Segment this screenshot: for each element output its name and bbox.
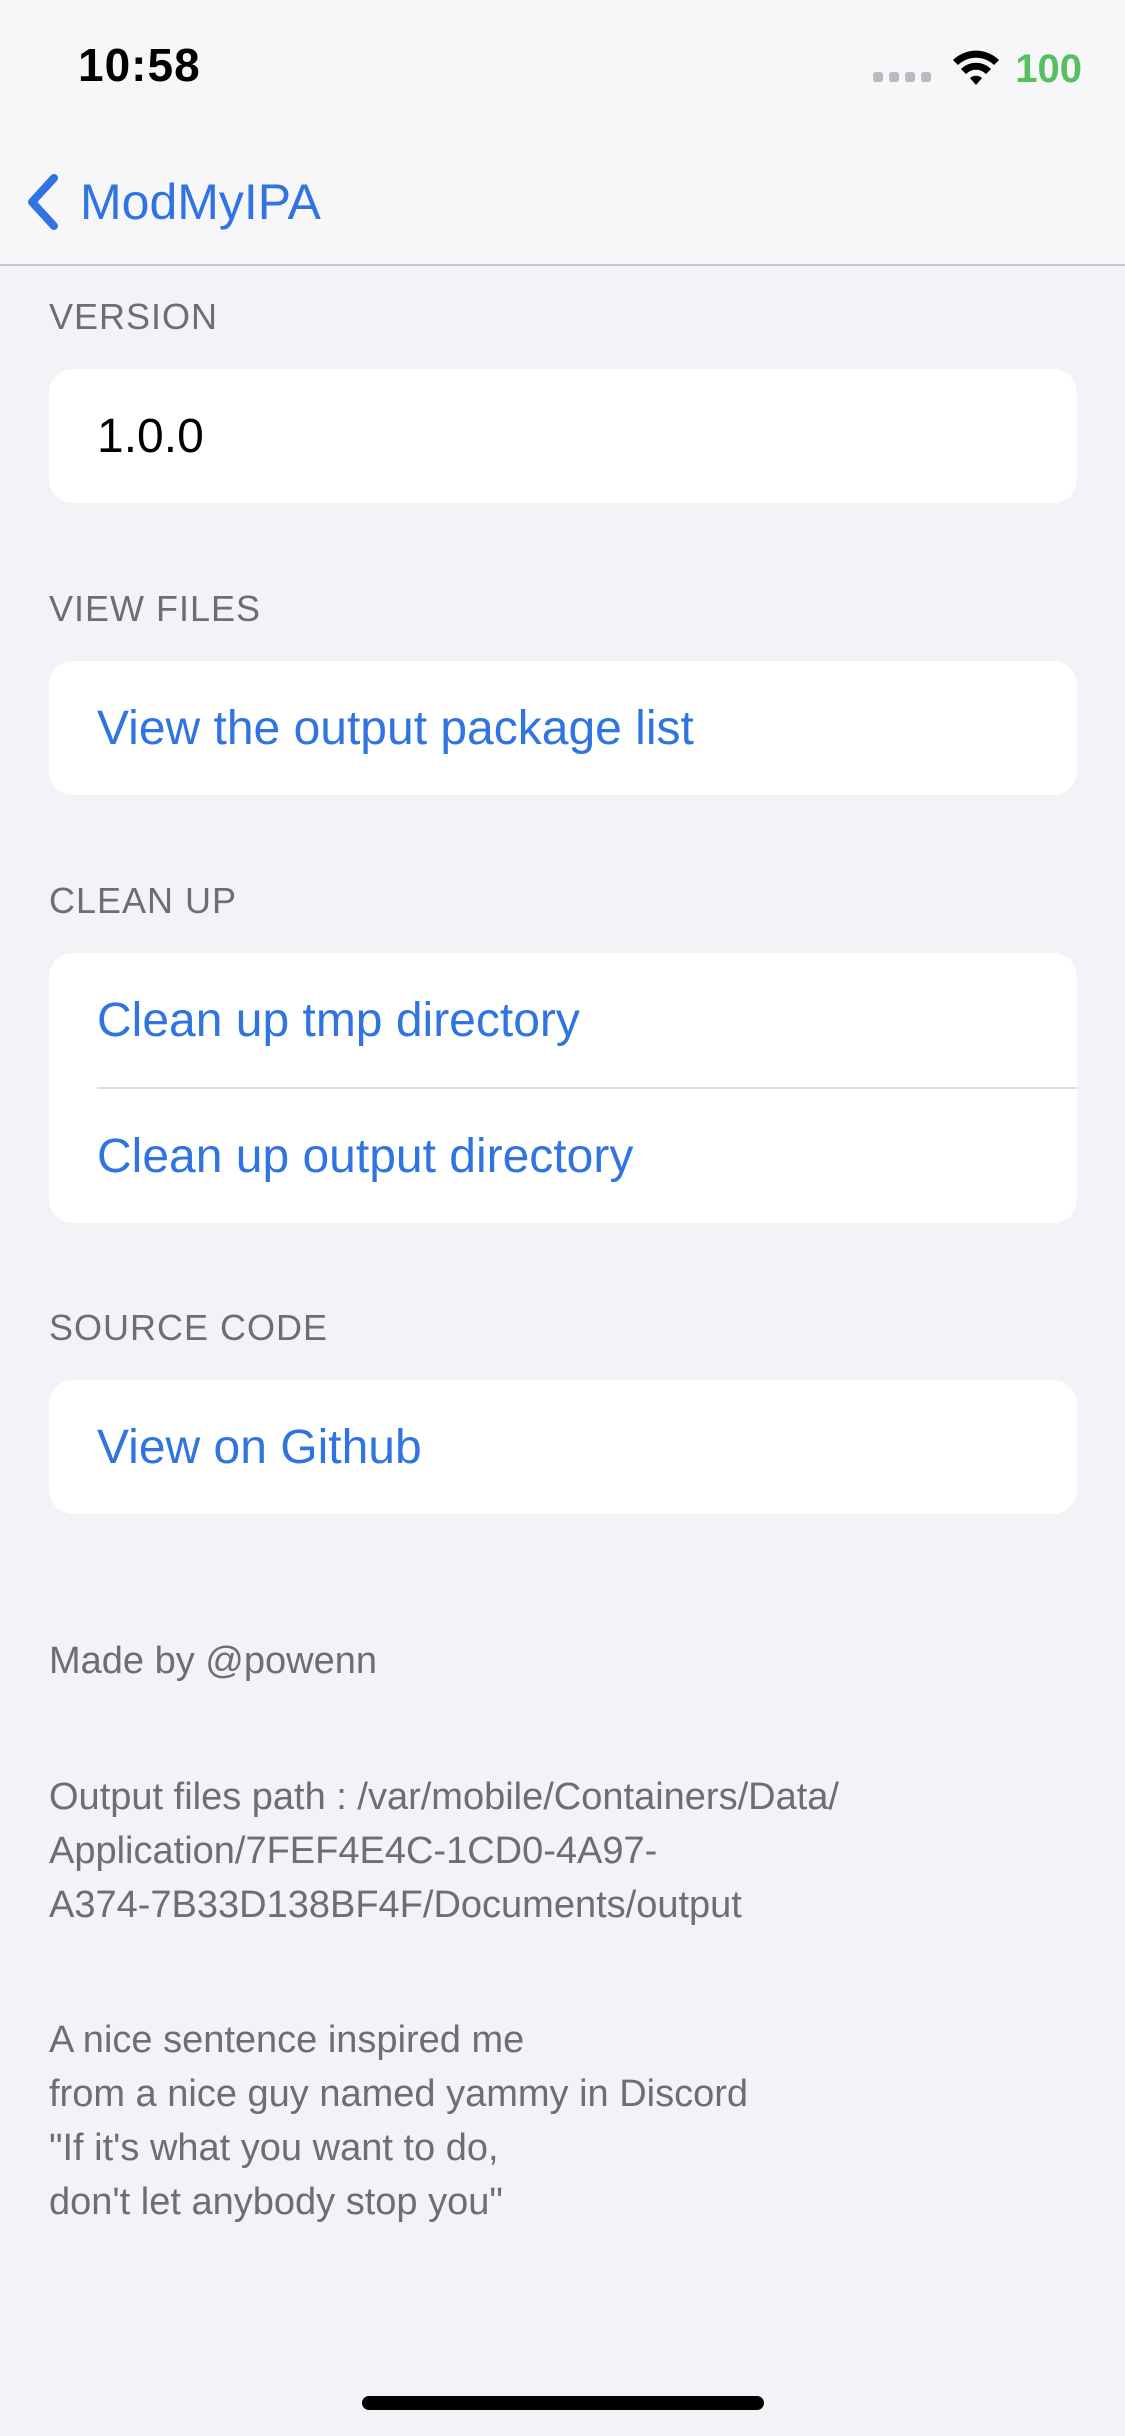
section-header-view-files: VIEW FILES xyxy=(49,588,262,629)
section-header-clean-up: CLEAN UP xyxy=(49,880,238,921)
source-code-card: View on Github xyxy=(49,1380,1077,1514)
section-header-version: VERSION xyxy=(49,296,219,337)
quote-text: A nice sentence inspired me from a nice … xyxy=(49,2019,749,2223)
status-indicators: 100 xyxy=(873,44,1082,94)
status-time: 10:58 xyxy=(78,39,201,91)
home-indicator[interactable] xyxy=(362,2396,764,2410)
back-button-label: ModMyIPA xyxy=(80,174,321,230)
clean-up-tmp-button[interactable]: Clean up tmp directory xyxy=(49,953,1077,1087)
chevron-left-icon xyxy=(28,174,58,230)
view-files-card: View the output package list xyxy=(49,661,1077,795)
battery-level: 100 xyxy=(1015,46,1082,91)
clean-up-card: Clean up tmp directory Clean up output d… xyxy=(49,953,1077,1223)
status-bar: 10:58 100 xyxy=(0,0,1125,130)
clean-up-output-button[interactable]: Clean up output directory xyxy=(49,1089,1077,1223)
output-path-text: Output files path : /var/mobile/Containe… xyxy=(49,1776,839,1926)
made-by-text: Made by @powenn xyxy=(49,1640,377,1682)
version-value: 1.0.0 xyxy=(97,409,204,463)
back-button[interactable]: ModMyIPA xyxy=(22,170,321,234)
view-output-package-list-button[interactable]: View the output package list xyxy=(49,661,1077,795)
wifi-icon xyxy=(953,50,1000,85)
section-header-source-code: SOURCE CODE xyxy=(49,1307,329,1348)
version-card: 1.0.0 xyxy=(49,369,1077,503)
view-on-github-button[interactable]: View on Github xyxy=(49,1380,1077,1514)
navigation-bar: ModMyIPA xyxy=(0,130,1125,266)
cellular-signal-icon xyxy=(873,72,932,82)
